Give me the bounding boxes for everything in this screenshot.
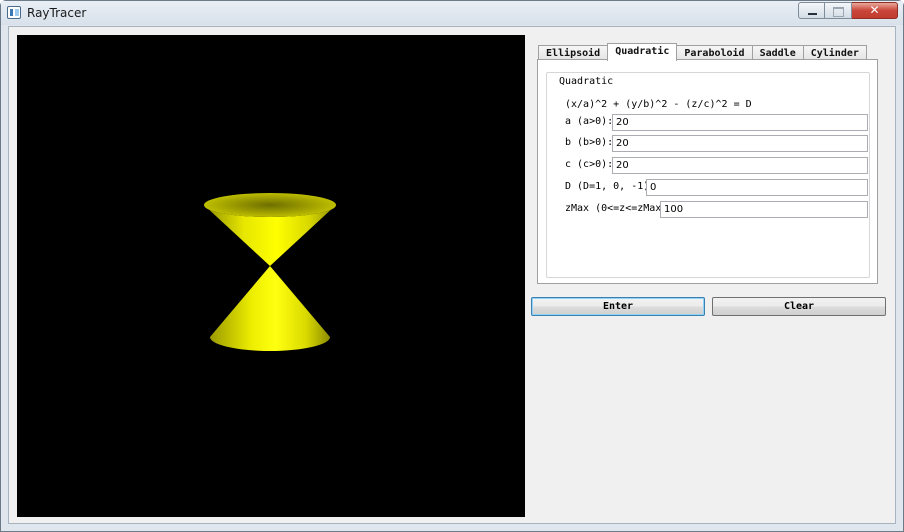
minimize-button[interactable] — [798, 2, 825, 19]
group-title: Quadratic — [557, 76, 616, 87]
quadratic-groupbox: Quadratic (x/a)^2 + (y/b)^2 - (z/c)^2 = … — [546, 72, 870, 278]
b-input[interactable]: 20 — [612, 135, 868, 152]
zmax-input[interactable]: 100 — [660, 201, 868, 218]
render-svg — [204, 193, 336, 351]
close-icon: ✕ — [869, 3, 880, 17]
equation-label: (x/a)^2 + (y/b)^2 - (z/c)^2 = D — [565, 99, 752, 110]
client-area: Ellipsoid Quadratic Paraboloid Saddle Cy… — [8, 26, 896, 524]
quadratic-panel: Quadratic (x/a)^2 + (y/b)^2 - (z/c)^2 = … — [537, 59, 878, 284]
field-label-b: b (b>0): — [565, 137, 614, 148]
maximize-button[interactable] — [825, 2, 852, 19]
d-input[interactable]: 0 — [646, 179, 868, 196]
title-bar[interactable]: RayTracer ✕ — [1, 1, 903, 25]
enter-button[interactable]: Enter — [531, 297, 705, 316]
c-input[interactable]: 20 — [612, 157, 868, 174]
clear-button[interactable]: Clear — [712, 297, 886, 316]
tab-quadratic[interactable]: Quadratic — [607, 43, 678, 61]
render-canvas — [17, 35, 525, 517]
a-input[interactable]: 20 — [612, 114, 868, 131]
upper-cone-rim — [204, 193, 336, 217]
app-window: RayTracer ✕ Ellipsoid Quadratic Parabolo… — [0, 0, 904, 532]
app-icon[interactable] — [7, 6, 21, 19]
field-label-d: D (D=1, 0, -1): — [565, 181, 656, 192]
window-title: RayTracer — [27, 6, 87, 20]
field-label-c: c (c>0): — [565, 159, 614, 170]
close-button[interactable]: ✕ — [852, 2, 898, 19]
caption-buttons: ✕ — [798, 2, 898, 20]
lower-cone — [210, 266, 330, 351]
field-label-a: a (a>0): — [565, 116, 614, 127]
field-label-zmax: zMax (0<=z<=zMax): — [565, 203, 674, 214]
